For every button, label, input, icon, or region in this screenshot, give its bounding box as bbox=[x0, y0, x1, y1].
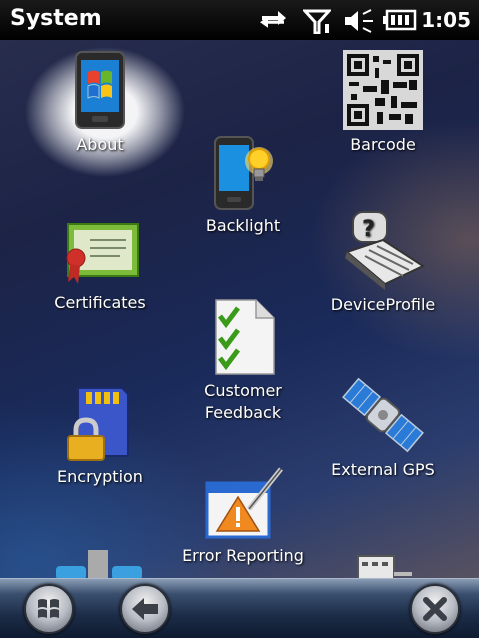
tile-deviceprofile[interactable]: ? DeviceProfile bbox=[308, 210, 458, 316]
satellite-icon bbox=[342, 377, 424, 453]
clock[interactable]: 1:05 bbox=[421, 8, 471, 32]
phone-bulb-icon bbox=[214, 136, 273, 210]
tile-label: Error Reporting bbox=[182, 546, 304, 565]
sd-card-lock-icon bbox=[67, 387, 129, 461]
close-icon bbox=[423, 597, 447, 621]
tile-label: External GPS bbox=[331, 460, 435, 479]
start-button[interactable] bbox=[24, 584, 74, 634]
tile-label: Customer Feedback bbox=[204, 381, 282, 422]
screen: System 1:05 About Barcode Backlight Cert… bbox=[0, 0, 479, 638]
error-report-icon bbox=[205, 467, 283, 539]
tile-encryption[interactable]: Encryption bbox=[25, 386, 175, 488]
checklist-icon bbox=[215, 299, 275, 375]
close-button[interactable] bbox=[410, 584, 460, 634]
tile-error-reporting[interactable]: Error Reporting bbox=[168, 465, 318, 567]
tile-label: About bbox=[76, 135, 124, 154]
status-bar: System 1:05 bbox=[0, 0, 479, 40]
page-title: System bbox=[10, 6, 102, 31]
partial-tile-icon bbox=[56, 550, 142, 580]
back-arrow-icon bbox=[132, 598, 158, 620]
tile-external-gps[interactable]: External GPS bbox=[308, 375, 458, 481]
svg-text:?: ? bbox=[362, 217, 375, 242]
tile-about[interactable]: About bbox=[25, 50, 175, 156]
back-button[interactable] bbox=[120, 584, 170, 634]
bottom-bar bbox=[0, 578, 479, 638]
tile-barcode[interactable]: Barcode bbox=[308, 50, 458, 156]
certificate-icon bbox=[66, 223, 139, 284]
partial-tile-icon bbox=[357, 555, 412, 580]
tile-label: DeviceProfile bbox=[330, 295, 436, 314]
tile-certificates[interactable]: Certificates bbox=[25, 222, 175, 314]
data-transfer-icon[interactable] bbox=[258, 8, 288, 32]
tile-label: Barcode bbox=[350, 135, 416, 154]
qr-code-icon bbox=[343, 50, 423, 130]
device-profile-icon: ? bbox=[344, 211, 426, 290]
phone-windows-icon bbox=[75, 51, 125, 129]
tile-label: Certificates bbox=[54, 293, 146, 312]
tile-label: Encryption bbox=[57, 467, 143, 486]
tile-backlight[interactable]: Backlight bbox=[168, 135, 318, 237]
tile-label: Backlight bbox=[205, 216, 281, 235]
volume-icon[interactable] bbox=[343, 8, 375, 34]
windows-start-icon bbox=[38, 599, 59, 618]
tile-customer-feedback[interactable]: Customer Feedback bbox=[168, 298, 318, 424]
battery-icon[interactable] bbox=[383, 8, 417, 32]
signal-icon[interactable] bbox=[303, 8, 331, 34]
